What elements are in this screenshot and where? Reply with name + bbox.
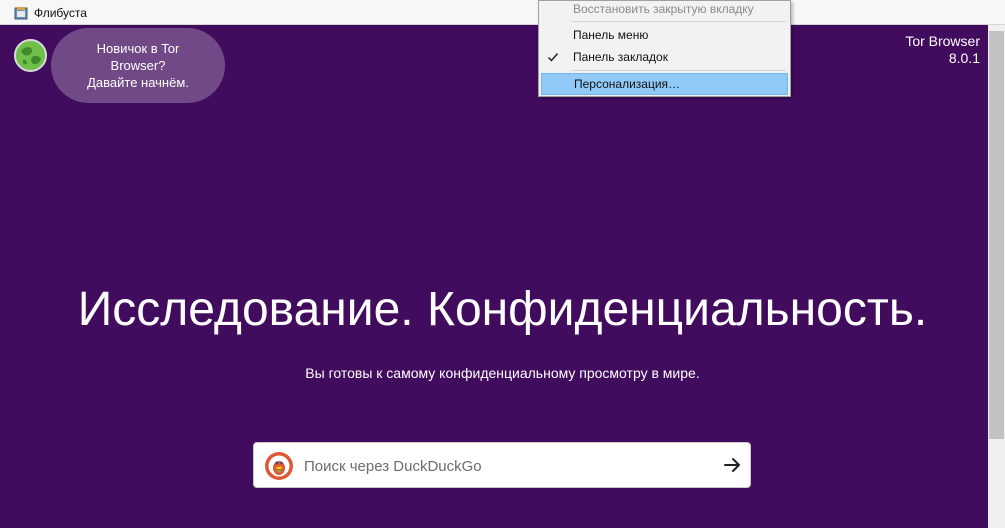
- bookmark-flibusta[interactable]: Флибуста: [14, 4, 87, 22]
- menu-item-restore-closed-tab[interactable]: Восстановить закрытую вкладку: [541, 0, 788, 20]
- menu-item-customize[interactable]: Персонализация…: [541, 73, 788, 95]
- onboarding-line-1: Новичок в Tor: [96, 41, 180, 56]
- book-favicon-icon: [14, 7, 28, 20]
- search-box: [253, 442, 751, 488]
- vertical-scrollbar[interactable]: [988, 25, 1005, 528]
- menu-separator: [571, 21, 786, 22]
- menu-item-menu-bar[interactable]: Панель меню: [541, 24, 788, 46]
- onboarding-line-3: Давайте начнём.: [87, 75, 189, 90]
- onboarding-bubble[interactable]: Новичок в Tor Browser? Давайте начнём.: [51, 28, 225, 103]
- menu-separator: [571, 70, 786, 71]
- menu-item-label: Персонализация…: [574, 77, 681, 91]
- scrollbar-thumb[interactable]: [989, 31, 1004, 439]
- arrow-right-icon[interactable]: [722, 455, 742, 475]
- version-info: Tor Browser 8.0.1: [905, 33, 980, 67]
- onboarding-line-2: Browser?: [110, 58, 166, 73]
- menu-item-label: Панель закладок: [573, 50, 668, 64]
- hero-title: Исследование. Конфиденциальность.: [77, 283, 928, 336]
- hero-subtitle: Вы готовы к самому конфиденциальному про…: [305, 365, 700, 381]
- search-input[interactable]: [302, 451, 706, 481]
- version-number: 8.0.1: [948, 50, 980, 66]
- bookmarks-toolbar: Флибуста: [0, 0, 1005, 25]
- product-name: Tor Browser: [905, 33, 980, 49]
- duckduckgo-icon: [265, 452, 293, 480]
- menu-item-bookmarks-toolbar[interactable]: Панель закладок: [541, 46, 788, 68]
- menu-item-label: Восстановить закрытую вкладку: [573, 2, 754, 16]
- tor-onion-globe-icon[interactable]: [14, 39, 47, 72]
- menu-item-label: Панель меню: [573, 28, 649, 42]
- bookmark-label: Флибуста: [34, 6, 87, 20]
- checkmark-icon: [548, 53, 559, 62]
- toolbar-context-menu: Восстановить закрытую вкладку Панель мен…: [538, 0, 791, 97]
